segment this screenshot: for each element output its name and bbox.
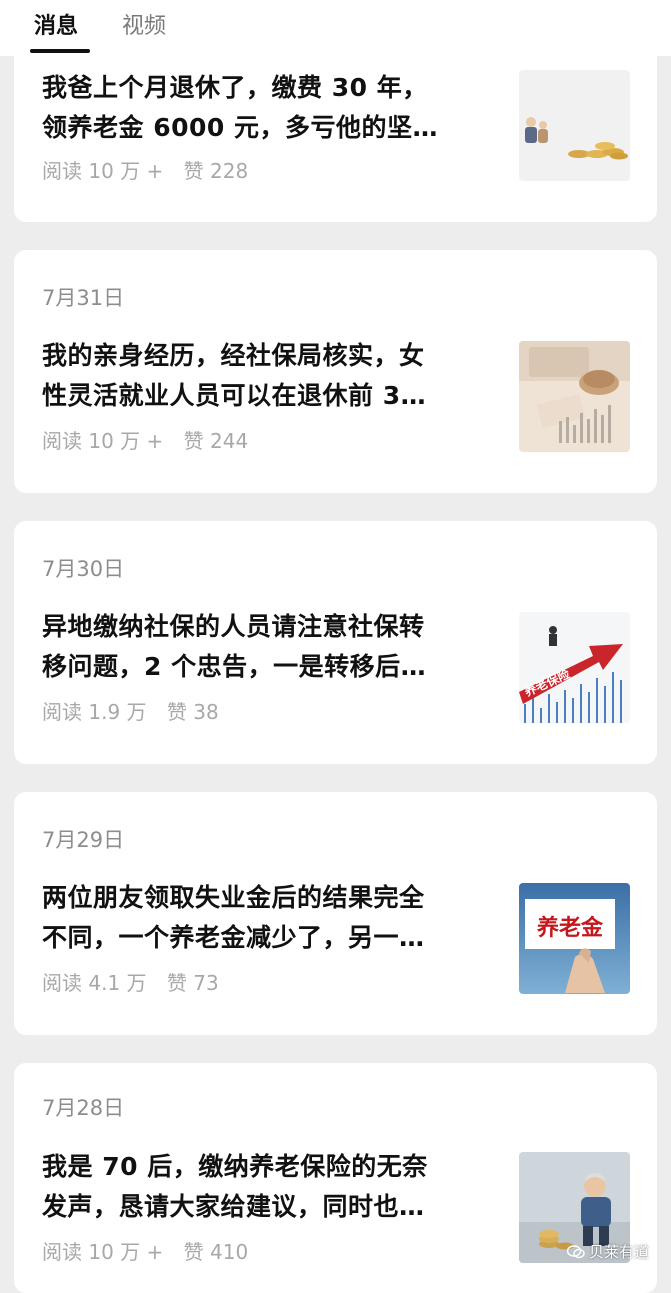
article-card[interactable]: 7月28日 我是 70 后，缴纳养老保险的无奈 发声，恳请大家给建议，同时也… … xyxy=(14,1063,657,1293)
watermark-text: 贝莱有道 xyxy=(588,1243,649,1261)
wechat-watermark: 贝莱有道 xyxy=(566,1241,649,1262)
tab-videos[interactable]: 视频 xyxy=(122,10,166,44)
article-stats: 阅读 10 万 + 赞 410 xyxy=(42,1237,262,1267)
article-card[interactable]: 7月31日 我的亲身经历，经社保局核实，女 性灵活就业人员可以在退休前 3… 阅… xyxy=(14,250,657,493)
read-count: 阅读 4.1 万 xyxy=(42,971,147,995)
article-date: 7月29日 xyxy=(42,828,125,852)
active-tab-indicator xyxy=(30,49,90,53)
read-count: 阅读 10 万 + xyxy=(42,159,164,183)
pension-coins-chart-thumbnail xyxy=(519,341,630,452)
article-stats: 阅读 10 万 + 赞 244 xyxy=(42,426,262,456)
article-stats: 阅读 1.9 万 赞 38 xyxy=(42,697,233,727)
like-count: 赞 244 xyxy=(183,429,249,453)
article-stats: 阅读 4.1 万 赞 73 xyxy=(42,968,233,998)
article-title: 我爸上个月退休了，缴费 30 年， 领养老金 6000 元，多亏他的坚… xyxy=(42,73,438,142)
article-title: 我是 70 后，缴纳养老保险的无奈 发声，恳请大家给建议，同时也… xyxy=(42,1152,428,1221)
wechat-icon xyxy=(566,1245,585,1259)
article-card[interactable]: 7月30日 异地缴纳社保的人员请注意社保转 移问题，2 个忠告，一是转移后… 阅… xyxy=(14,521,657,764)
top-tab-bar: 消息 视频 xyxy=(0,0,671,56)
read-count: 阅读 10 万 + xyxy=(42,429,164,453)
article-date: 7月30日 xyxy=(42,557,125,581)
pension-card-hand-thumbnail: 养老金 xyxy=(519,883,630,994)
article-title: 两位朋友领取失业金后的结果完全 不同，一个养老金减少了，另一… xyxy=(42,883,425,952)
elderly-coins-thumbnail xyxy=(519,70,630,181)
article-date: 7月31日 xyxy=(42,286,125,310)
tab-messages[interactable]: 消息 xyxy=(34,10,78,44)
like-count: 赞 410 xyxy=(183,1240,249,1264)
article-title: 异地缴纳社保的人员请注意社保转 移问题，2 个忠告，一是转移后… xyxy=(42,612,427,681)
read-count: 阅读 1.9 万 xyxy=(42,700,147,724)
like-count: 赞 228 xyxy=(183,159,249,183)
article-title: 我的亲身经历，经社保局核实，女 性灵活就业人员可以在退休前 3… xyxy=(42,341,427,410)
article-card[interactable]: 7月29日 两位朋友领取失业金后的结果完全 不同，一个养老金减少了，另一… 阅读… xyxy=(14,792,657,1035)
read-count: 阅读 10 万 + xyxy=(42,1240,164,1264)
like-count: 赞 38 xyxy=(166,700,219,724)
thumbnail-caption: 养老金 xyxy=(537,915,604,941)
article-stats: 阅读 10 万 + 赞 228 xyxy=(42,156,262,186)
pension-insurance-arrow-thumbnail: 养老保险 xyxy=(519,612,630,723)
article-date: 7月28日 xyxy=(42,1096,125,1120)
like-count: 赞 73 xyxy=(166,971,219,995)
article-card[interactable]: 我爸上个月退休了，缴费 30 年， 领养老金 6000 元，多亏他的坚… 阅读 … xyxy=(14,40,657,222)
